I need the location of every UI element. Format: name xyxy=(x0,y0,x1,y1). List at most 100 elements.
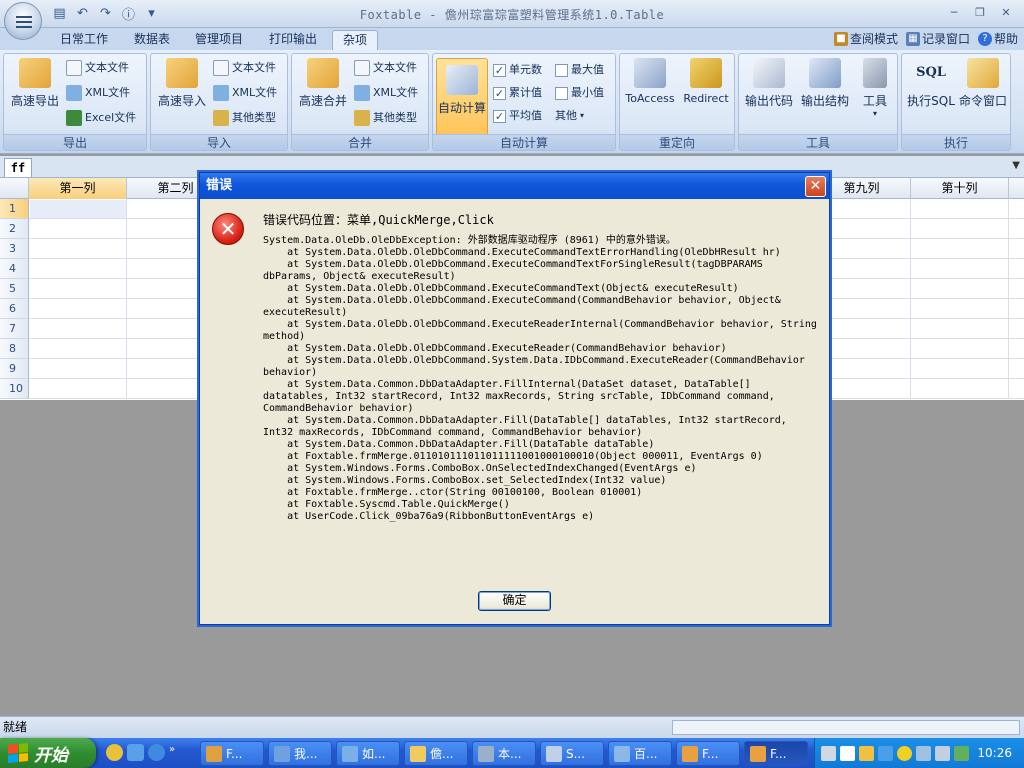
grid-corner[interactable] xyxy=(0,178,29,199)
chevron-down-icon[interactable]: ▼ xyxy=(1012,160,1020,171)
tray-icon[interactable] xyxy=(859,745,874,761)
error-message: System.Data.OleDb.OleDbException: 外部数据库驱… xyxy=(263,235,817,522)
export-xml-button[interactable]: XML文件 xyxy=(66,83,130,103)
foxtable-icon xyxy=(750,745,766,762)
export-text-label: 文本文件 xyxy=(85,61,129,74)
group-merge: 高速合并 文本文件 XML文件 其他类型 合并 xyxy=(291,53,429,151)
import-text-button[interactable]: 文本文件 xyxy=(213,58,276,78)
tab-daily-work[interactable]: 日常工作 xyxy=(56,30,112,50)
taskbar-button[interactable]: 本... xyxy=(472,741,536,766)
excel-file-icon xyxy=(66,110,82,126)
right-links: ■ 查阅模式 ▦ 记录窗口 ? 帮助 xyxy=(833,30,1018,47)
checkbox-checked-icon: ✓ xyxy=(493,86,506,100)
chevron-right-icon[interactable]: » xyxy=(169,744,179,761)
taskbar-button[interactable]: 我... xyxy=(268,741,332,766)
ie-icon[interactable] xyxy=(148,744,165,761)
restore-button[interactable]: ❐ xyxy=(968,3,992,21)
export-structure-button[interactable]: 输出结构 xyxy=(797,58,853,116)
export-code-icon xyxy=(753,58,785,88)
command-window-button[interactable]: 命令窗口 xyxy=(956,58,1010,116)
record-window-link[interactable]: ▦ 记录窗口 xyxy=(905,30,970,47)
check-min[interactable]: 最小值 xyxy=(555,83,604,103)
help-link[interactable]: ? 帮助 xyxy=(977,30,1018,47)
start-button[interactable]: 开始 xyxy=(0,738,96,768)
window-title: Foxtable - 儋州琮富琮富塑料管理系统1.0.Table xyxy=(359,8,665,22)
keyboard-icon[interactable] xyxy=(821,745,836,761)
fast-export-icon xyxy=(19,58,51,88)
row-header[interactable]: 4 xyxy=(0,259,29,279)
app-menu-button[interactable] xyxy=(4,2,42,40)
show-desktop-icon[interactable] xyxy=(127,744,144,761)
taskbar-button[interactable]: S... xyxy=(540,741,604,766)
view-mode-link[interactable]: ■ 查阅模式 xyxy=(833,30,898,47)
fast-import-button[interactable]: 高速导入 xyxy=(154,58,210,116)
taskbar-button-active[interactable]: F... xyxy=(744,741,808,766)
other-dropdown[interactable]: 其他 ▾ xyxy=(555,106,584,126)
row-header[interactable]: 8 xyxy=(0,339,29,359)
shield-icon[interactable] xyxy=(954,745,969,761)
taskbar-button[interactable]: F... xyxy=(200,741,264,766)
help-tray-icon[interactable] xyxy=(840,745,855,761)
import-xml-button[interactable]: XML文件 xyxy=(213,83,277,103)
row-header[interactable]: 1 xyxy=(0,199,29,219)
check-cumulative[interactable]: ✓ 累计值 xyxy=(493,83,542,103)
check-max-label: 最大值 xyxy=(571,63,604,76)
taskbar-button[interactable]: 百... xyxy=(608,741,672,766)
network-icon[interactable] xyxy=(916,745,931,761)
close-button[interactable]: ✕ xyxy=(994,3,1018,21)
check-average[interactable]: ✓ 平均值 xyxy=(493,106,542,126)
column-header[interactable]: 第一列 xyxy=(29,178,127,199)
check-cell-count[interactable]: ✓ 单元数 xyxy=(493,60,542,80)
other-file-icon xyxy=(213,110,229,126)
taskbar-button[interactable]: 如... xyxy=(336,741,400,766)
quick-launch-icon[interactable] xyxy=(106,744,123,761)
tab-manage-project[interactable]: 管理项目 xyxy=(190,30,248,50)
row-header[interactable]: 3 xyxy=(0,239,29,259)
check-max[interactable]: 最大值 xyxy=(555,60,604,80)
fast-export-button[interactable]: 高速导出 xyxy=(7,58,63,116)
row-header[interactable]: 10 xyxy=(0,379,29,399)
taskbar-button[interactable]: 儋... xyxy=(404,741,468,766)
close-icon: ✕ xyxy=(809,178,822,194)
minimize-button[interactable]: ─ xyxy=(942,3,966,21)
grid-line xyxy=(126,199,127,399)
execute-sql-button[interactable]: SQL 执行SQL xyxy=(904,58,958,116)
error-dialog: 错误 ✕ ✕ 错误代码位置：菜单,QuickMerge,Click System… xyxy=(199,172,830,625)
app-icon xyxy=(342,745,358,762)
auto-calc-button[interactable]: 自动计算 xyxy=(436,58,488,136)
row-header[interactable]: 9 xyxy=(0,359,29,379)
merge-text-button[interactable]: 文本文件 xyxy=(354,58,417,78)
export-code-button[interactable]: 输出代码 xyxy=(741,58,797,116)
export-excel-button[interactable]: Excel文件 xyxy=(66,108,136,128)
group-import-label: 导入 xyxy=(151,134,287,150)
tab-data-table[interactable]: 数据表 xyxy=(128,30,176,50)
redirect-button[interactable]: Redirect xyxy=(678,58,734,116)
export-text-button[interactable]: 文本文件 xyxy=(66,58,129,78)
fast-merge-button[interactable]: 高速合并 xyxy=(295,58,351,116)
tools-button[interactable]: 工具 ▾ xyxy=(857,58,893,136)
clock[interactable]: 10:26 xyxy=(977,746,1024,760)
ok-button[interactable]: 确定 xyxy=(478,591,551,611)
tab-misc[interactable]: 杂项 xyxy=(332,30,378,50)
check-average-label: 平均值 xyxy=(509,109,542,122)
dialog-close-button[interactable]: ✕ xyxy=(805,176,826,197)
import-other-label: 其他类型 xyxy=(232,111,276,124)
add-icon[interactable] xyxy=(897,745,912,761)
row-header[interactable]: 2 xyxy=(0,219,29,239)
merge-xml-button[interactable]: XML文件 xyxy=(354,83,418,103)
taskbar-button[interactable]: F... xyxy=(676,741,740,766)
volume-icon[interactable] xyxy=(935,745,950,761)
doc-tab-ff[interactable]: ff xyxy=(4,158,32,177)
taskbar-button-label: 百... xyxy=(634,747,658,761)
foxtable-icon xyxy=(682,745,698,762)
tab-print-output[interactable]: 打印输出 xyxy=(264,30,322,50)
row-header[interactable]: 6 xyxy=(0,299,29,319)
auto-calc-label: 自动计算 xyxy=(437,101,486,115)
to-access-button[interactable]: ToAccess xyxy=(622,58,678,116)
row-header[interactable]: 5 xyxy=(0,279,29,299)
merge-other-button[interactable]: 其他类型 xyxy=(354,108,417,128)
back-icon[interactable] xyxy=(878,745,893,761)
column-header[interactable]: 第十列 xyxy=(911,178,1009,199)
import-other-button[interactable]: 其他类型 xyxy=(213,108,276,128)
row-header[interactable]: 7 xyxy=(0,319,29,339)
